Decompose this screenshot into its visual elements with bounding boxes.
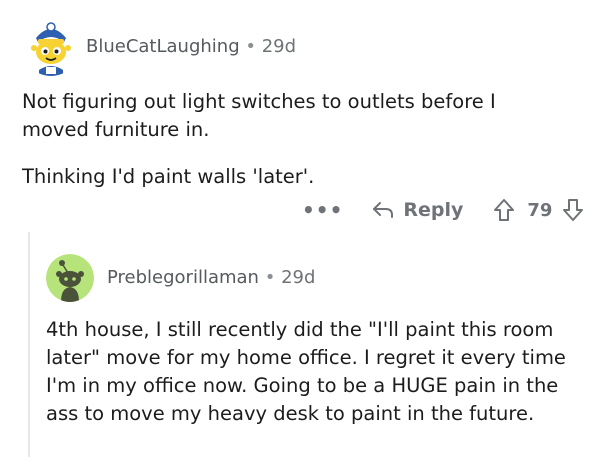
separator-dot: • <box>264 267 276 288</box>
avatar[interactable] <box>46 254 94 302</box>
more-options-button[interactable]: ••• <box>302 198 343 222</box>
reply-arrow-icon <box>373 202 394 218</box>
reply-label: Reply <box>403 199 464 221</box>
comment-actions: ••• Reply 79 <box>302 198 584 222</box>
upvote-arrow-icon[interactable] <box>493 198 515 222</box>
separator-dot: • <box>245 36 256 57</box>
username[interactable]: Preblegorillaman <box>107 267 259 288</box>
comment-paragraph-2: Thinking I'd paint walls 'later'. <box>22 165 315 188</box>
reply-age: 29d <box>281 267 316 288</box>
comment-header: BlueCatLaughing • 29d <box>86 36 296 57</box>
vote-score: 79 <box>527 199 553 221</box>
reply-button[interactable]: Reply <box>371 199 463 221</box>
username[interactable]: BlueCatLaughing <box>86 36 240 57</box>
reply-header: Preblegorillaman • 29d <box>107 267 315 288</box>
downvote-arrow-icon[interactable] <box>562 198 584 222</box>
snoo-avatar-icon <box>46 254 94 302</box>
comment-age: 29d <box>261 36 297 57</box>
snoo-avatar-blue-cat-icon <box>22 18 80 76</box>
avatar[interactable] <box>22 18 80 76</box>
vote-controls: 79 <box>493 198 584 222</box>
comment-paragraph-1: Not figuring out light switches to outle… <box>22 90 496 141</box>
thread-line[interactable] <box>28 232 30 457</box>
reply-text: 4th house, I still recently did the "I'l… <box>46 318 566 425</box>
